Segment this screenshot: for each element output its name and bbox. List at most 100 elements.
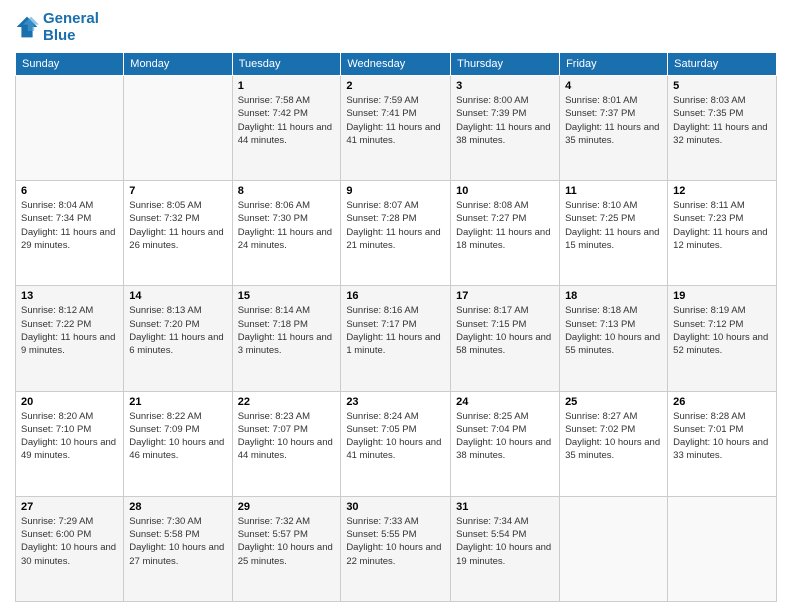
calendar-cell: 5 Sunrise: 8:03 AMSunset: 7:35 PMDaylight… (668, 76, 777, 181)
day-number: 10 (456, 185, 554, 197)
day-number: 13 (21, 290, 118, 302)
calendar-cell (16, 76, 124, 181)
day-number: 7 (129, 185, 226, 197)
calendar: SundayMondayTuesdayWednesdayThursdayFrid… (15, 52, 777, 602)
day-number: 8 (238, 185, 336, 197)
day-number: 19 (673, 290, 771, 302)
day-number: 9 (346, 185, 445, 197)
day-number: 14 (129, 290, 226, 302)
day-info: Sunrise: 8:07 AMSunset: 7:28 PMDaylight:… (346, 199, 445, 252)
day-number: 23 (346, 396, 445, 408)
calendar-cell: 21Sunrise: 8:22 AMSunset: 7:09 PMDayligh… (124, 391, 232, 496)
logo: General Blue (15, 10, 99, 44)
day-info: Sunrise: 8:25 AMSunset: 7:04 PMDaylight:… (456, 410, 554, 463)
day-number: 29 (238, 501, 336, 513)
logo-text: General Blue (43, 10, 99, 44)
calendar-cell: 11 Sunrise: 8:10 AMSunset: 7:25 PMDayligh… (560, 181, 668, 286)
calendar-cell: 17 Sunrise: 8:17 AMSunset: 7:15 PMDayligh… (451, 286, 560, 391)
day-number: 17 (456, 290, 554, 302)
day-number: 28 (129, 501, 226, 513)
calendar-cell (668, 496, 777, 601)
day-number: 12 (673, 185, 771, 197)
day-info: Sunrise: 7:29 AMSunset: 6:00 PMDaylight:… (21, 515, 118, 568)
day-number: 4 (565, 80, 662, 92)
day-number: 25 (565, 396, 662, 408)
day-info: Sunrise: 8:16 AMSunset: 7:17 PMDaylight:… (346, 304, 445, 357)
day-info: Sunrise: 7:30 AMSunset: 5:58 PMDaylight:… (129, 515, 226, 568)
day-number: 20 (21, 396, 118, 408)
calendar-cell: 14 Sunrise: 8:13 AMSunset: 7:20 PMDayligh… (124, 286, 232, 391)
day-info: Sunrise: 8:14 AMSunset: 7:18 PMDaylight:… (238, 304, 336, 357)
calendar-cell: 31 Sunrise: 7:34 AMSunset: 5:54 PMDayligh… (451, 496, 560, 601)
calendar-cell: 7 Sunrise: 8:05 AMSunset: 7:32 PMDaylight… (124, 181, 232, 286)
day-number: 30 (346, 501, 445, 513)
day-info: Sunrise: 8:18 AMSunset: 7:13 PMDaylight:… (565, 304, 662, 357)
day-info: Sunrise: 8:00 AMSunset: 7:39 PMDaylight:… (456, 94, 554, 147)
day-info: Sunrise: 8:20 AMSunset: 7:10 PMDaylight:… (21, 410, 118, 463)
day-number: 6 (21, 185, 118, 197)
day-info: Sunrise: 8:17 AMSunset: 7:15 PMDaylight:… (456, 304, 554, 357)
calendar-cell: 2 Sunrise: 7:59 AMSunset: 7:41 PMDaylight… (341, 76, 451, 181)
weekday-sunday: Sunday (16, 53, 124, 76)
calendar-cell: 29Sunrise: 7:32 AMSunset: 5:57 PMDayligh… (232, 496, 341, 601)
weekday-thursday: Thursday (451, 53, 560, 76)
calendar-body: 1Sunrise: 7:58 AMSunset: 7:42 PMDaylight… (16, 76, 777, 602)
day-info: Sunrise: 8:03 AMSunset: 7:35 PMDaylight:… (673, 94, 771, 147)
calendar-cell: 18 Sunrise: 8:18 AMSunset: 7:13 PMDayligh… (560, 286, 668, 391)
day-info: Sunrise: 8:08 AMSunset: 7:27 PMDaylight:… (456, 199, 554, 252)
calendar-cell: 4Sunrise: 8:01 AMSunset: 7:37 PMDaylight… (560, 76, 668, 181)
calendar-cell: 12 Sunrise: 8:11 AMSunset: 7:23 PMDayligh… (668, 181, 777, 286)
calendar-cell: 16 Sunrise: 8:16 AMSunset: 7:17 PMDayligh… (341, 286, 451, 391)
day-info: Sunrise: 7:34 AMSunset: 5:54 PMDaylight:… (456, 515, 554, 568)
calendar-cell: 8 Sunrise: 8:06 AMSunset: 7:30 PMDaylight… (232, 181, 341, 286)
calendar-cell: 9 Sunrise: 8:07 AMSunset: 7:28 PMDaylight… (341, 181, 451, 286)
day-number: 26 (673, 396, 771, 408)
day-number: 5 (673, 80, 771, 92)
weekday-header: SundayMondayTuesdayWednesdayThursdayFrid… (16, 53, 777, 76)
calendar-cell: 15 Sunrise: 8:14 AMSunset: 7:18 PMDayligh… (232, 286, 341, 391)
day-info: Sunrise: 8:28 AMSunset: 7:01 PMDaylight:… (673, 410, 771, 463)
day-number: 18 (565, 290, 662, 302)
day-number: 22 (238, 396, 336, 408)
calendar-cell (560, 496, 668, 601)
day-info: Sunrise: 8:04 AMSunset: 7:34 PMDaylight:… (21, 199, 118, 252)
day-info: Sunrise: 7:58 AMSunset: 7:42 PMDaylight:… (238, 94, 336, 147)
calendar-cell: 22 Sunrise: 8:23 AMSunset: 7:07 PMDayligh… (232, 391, 341, 496)
calendar-cell (124, 76, 232, 181)
day-info: Sunrise: 8:19 AMSunset: 7:12 PMDaylight:… (673, 304, 771, 357)
calendar-cell: 13Sunrise: 8:12 AMSunset: 7:22 PMDayligh… (16, 286, 124, 391)
day-number: 24 (456, 396, 554, 408)
day-number: 31 (456, 501, 554, 513)
day-number: 15 (238, 290, 336, 302)
calendar-cell: 26 Sunrise: 8:28 AMSunset: 7:01 PMDayligh… (668, 391, 777, 496)
weekday-saturday: Saturday (668, 53, 777, 76)
calendar-cell: 30 Sunrise: 7:33 AMSunset: 5:55 PMDayligh… (341, 496, 451, 601)
weekday-wednesday: Wednesday (341, 53, 451, 76)
calendar-cell: 19 Sunrise: 8:19 AMSunset: 7:12 PMDayligh… (668, 286, 777, 391)
day-info: Sunrise: 8:10 AMSunset: 7:25 PMDaylight:… (565, 199, 662, 252)
calendar-cell: 27 Sunrise: 7:29 AMSunset: 6:00 PMDayligh… (16, 496, 124, 601)
calendar-cell: 1Sunrise: 7:58 AMSunset: 7:42 PMDaylight… (232, 76, 341, 181)
day-info: Sunrise: 8:05 AMSunset: 7:32 PMDaylight:… (129, 199, 226, 252)
weekday-friday: Friday (560, 53, 668, 76)
day-number: 11 (565, 185, 662, 197)
day-info: Sunrise: 8:11 AMSunset: 7:23 PMDaylight:… (673, 199, 771, 252)
day-info: Sunrise: 8:24 AMSunset: 7:05 PMDaylight:… (346, 410, 445, 463)
calendar-cell: 28 Sunrise: 7:30 AMSunset: 5:58 PMDayligh… (124, 496, 232, 601)
day-number: 16 (346, 290, 445, 302)
day-info: Sunrise: 8:06 AMSunset: 7:30 PMDaylight:… (238, 199, 336, 252)
day-info: Sunrise: 8:23 AMSunset: 7:07 PMDaylight:… (238, 410, 336, 463)
weekday-tuesday: Tuesday (232, 53, 341, 76)
day-info: Sunrise: 7:33 AMSunset: 5:55 PMDaylight:… (346, 515, 445, 568)
day-info: Sunrise: 8:27 AMSunset: 7:02 PMDaylight:… (565, 410, 662, 463)
day-number: 2 (346, 80, 445, 92)
logo-icon (15, 15, 39, 39)
day-info: Sunrise: 8:13 AMSunset: 7:20 PMDaylight:… (129, 304, 226, 357)
calendar-cell: 20 Sunrise: 8:20 AMSunset: 7:10 PMDayligh… (16, 391, 124, 496)
day-number: 3 (456, 80, 554, 92)
day-number: 27 (21, 501, 118, 513)
day-number: 21 (129, 396, 226, 408)
calendar-cell: 10 Sunrise: 8:08 AMSunset: 7:27 PMDayligh… (451, 181, 560, 286)
calendar-cell: 3 Sunrise: 8:00 AMSunset: 7:39 PMDaylight… (451, 76, 560, 181)
day-info: Sunrise: 7:59 AMSunset: 7:41 PMDaylight:… (346, 94, 445, 147)
